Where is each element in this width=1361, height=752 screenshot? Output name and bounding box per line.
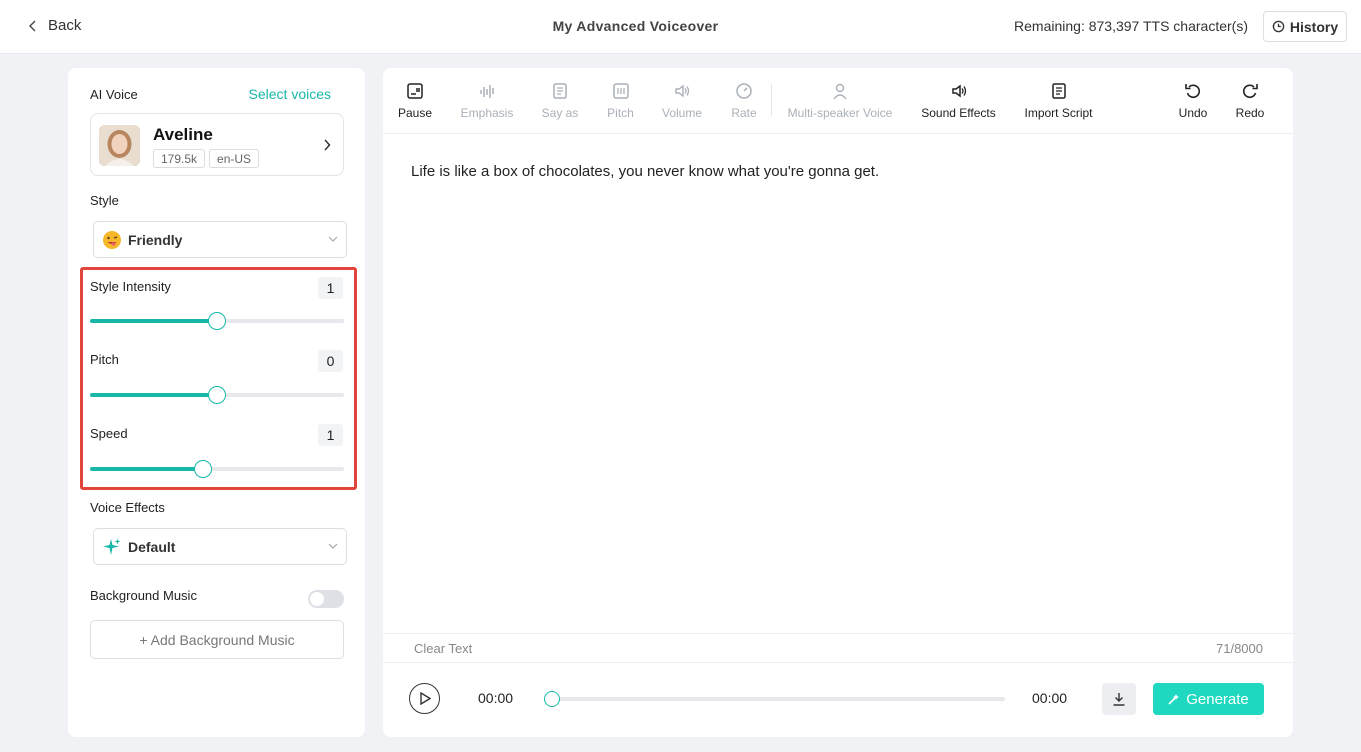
speed-label: Speed <box>90 426 128 441</box>
emoji-face-icon <box>103 231 121 249</box>
slider-fill <box>90 467 204 471</box>
say-as-icon <box>553 83 567 99</box>
emphasis-label: Emphasis <box>460 106 514 120</box>
voice-uses-badge: 179.5k <box>153 149 206 168</box>
slider-highlight-box <box>80 267 357 490</box>
slider-fill <box>90 319 217 323</box>
clear-text-button[interactable]: Clear Text <box>414 641 472 656</box>
download-icon <box>1113 693 1125 706</box>
volume-tool[interactable]: Volume <box>661 82 703 122</box>
sound-effects-label: Sound Effects <box>921 106 996 120</box>
remaining-characters: Remaining: 873,397 TTS character(s) <box>1014 18 1248 34</box>
voice-effects-value: Default <box>128 539 176 555</box>
rate-tool[interactable]: Rate <box>730 82 758 122</box>
history-label: History <box>1289 18 1339 35</box>
rate-label: Rate <box>731 106 757 120</box>
history-icon <box>1272 20 1285 33</box>
speed-value[interactable]: 1 <box>318 424 343 446</box>
current-time: 00:00 <box>478 690 514 706</box>
generate-button[interactable]: Generate <box>1153 683 1264 715</box>
history-button[interactable]: History <box>1263 11 1347 42</box>
add-background-music-button[interactable]: + Add Background Music <box>90 620 344 659</box>
script-text-editor[interactable]: Life is like a box of chocolates, you ne… <box>411 163 879 180</box>
volume-icon <box>675 84 690 98</box>
undo-label: Undo <box>1178 106 1208 120</box>
slider-thumb[interactable] <box>208 386 226 404</box>
background-music-label: Background Music <box>90 588 197 603</box>
redo-button[interactable]: Redo <box>1235 82 1265 122</box>
import-script-tool[interactable]: Import Script <box>1024 82 1093 122</box>
style-intensity-label: Style Intensity <box>90 279 171 294</box>
voice-name: Aveline <box>153 125 213 144</box>
emphasis-icon <box>480 85 494 98</box>
voice-effects-dropdown[interactable]: Default <box>93 528 347 565</box>
chevron-down-icon <box>328 236 338 242</box>
redo-label: Redo <box>1235 106 1265 120</box>
magic-wand-icon <box>1168 694 1180 705</box>
chevron-down-icon <box>328 543 338 549</box>
pitch-tool[interactable]: Pitch <box>606 82 635 122</box>
playback-progress-slider[interactable] <box>544 691 1005 707</box>
slider-thumb[interactable] <box>194 460 213 478</box>
pause-label: Pause <box>397 106 433 120</box>
pitch-value[interactable]: 0 <box>318 350 343 372</box>
pause-tool[interactable]: Pause <box>397 82 433 122</box>
toolbar-divider <box>771 84 772 116</box>
slider-fill <box>90 393 217 397</box>
sound-effects-icon <box>951 84 966 98</box>
download-button[interactable] <box>1102 683 1136 715</box>
top-bar: Back My Advanced Voiceover Remaining: 87… <box>0 0 1361 54</box>
play-icon <box>420 692 431 705</box>
play-button[interactable] <box>409 683 440 714</box>
person-icon <box>833 83 847 100</box>
style-intensity-value[interactable]: 1 <box>318 277 343 299</box>
slider-thumb[interactable] <box>208 312 226 330</box>
undo-button[interactable]: Undo <box>1178 82 1208 122</box>
say-as-label: Say as <box>541 106 579 120</box>
chevron-right-icon <box>324 139 331 151</box>
total-time: 00:00 <box>1032 690 1068 706</box>
style-intensity-slider[interactable] <box>90 311 344 331</box>
character-count: 71/8000 <box>1216 641 1263 656</box>
audio-player: 00:00 00:00 Generate <box>383 664 1293 737</box>
document-icon <box>1051 83 1066 99</box>
pause-insert-icon <box>407 83 423 99</box>
voice-avatar-icon <box>99 125 140 166</box>
toggle-knob <box>310 592 324 606</box>
editor-footer: Clear Text 71/8000 <box>383 633 1293 663</box>
pitch-tool-label: Pitch <box>607 106 634 120</box>
style-label: Style <box>90 193 119 208</box>
redo-icon <box>1242 84 1258 99</box>
pitch-label: Pitch <box>90 352 119 367</box>
voice-locale-badge: en-US <box>209 149 260 168</box>
voice-settings-panel: AI Voice Select voices Aveline 179.5k en… <box>68 68 365 737</box>
select-voices-link[interactable]: Select voices <box>249 86 331 102</box>
editor-panel: Pause Emphasis Say as Pitch Volume Rate … <box>383 68 1293 737</box>
editor-toolbar: Pause Emphasis Say as Pitch Volume Rate … <box>383 68 1293 134</box>
pitch-slider[interactable] <box>90 385 344 405</box>
ai-voice-label: AI Voice <box>90 87 138 102</box>
undo-icon <box>1185 84 1201 99</box>
say-as-tool[interactable]: Say as <box>541 82 579 122</box>
volume-label: Volume <box>661 106 703 120</box>
background-music-toggle[interactable] <box>308 590 344 608</box>
sound-effects-tool[interactable]: Sound Effects <box>921 82 996 122</box>
voice-card[interactable]: Aveline 179.5k en-US <box>90 113 344 176</box>
pitch-icon <box>612 83 629 99</box>
generate-label: Generate <box>1186 690 1249 708</box>
speed-slider[interactable] <box>90 459 344 479</box>
voice-effects-label: Voice Effects <box>90 500 165 515</box>
rate-gauge-icon <box>736 83 752 99</box>
multi-speaker-label: Multi-speaker Voice <box>787 106 893 120</box>
progress-thumb[interactable] <box>544 691 560 707</box>
import-script-label: Import Script <box>1024 106 1093 120</box>
avatar <box>99 125 140 166</box>
progress-track <box>544 697 1005 701</box>
style-value: Friendly <box>128 232 183 248</box>
multi-speaker-tool[interactable]: Multi-speaker Voice <box>787 82 893 122</box>
emphasis-tool[interactable]: Emphasis <box>460 82 514 122</box>
style-dropdown[interactable]: Friendly <box>93 221 347 258</box>
sparkle-icon <box>103 538 121 555</box>
